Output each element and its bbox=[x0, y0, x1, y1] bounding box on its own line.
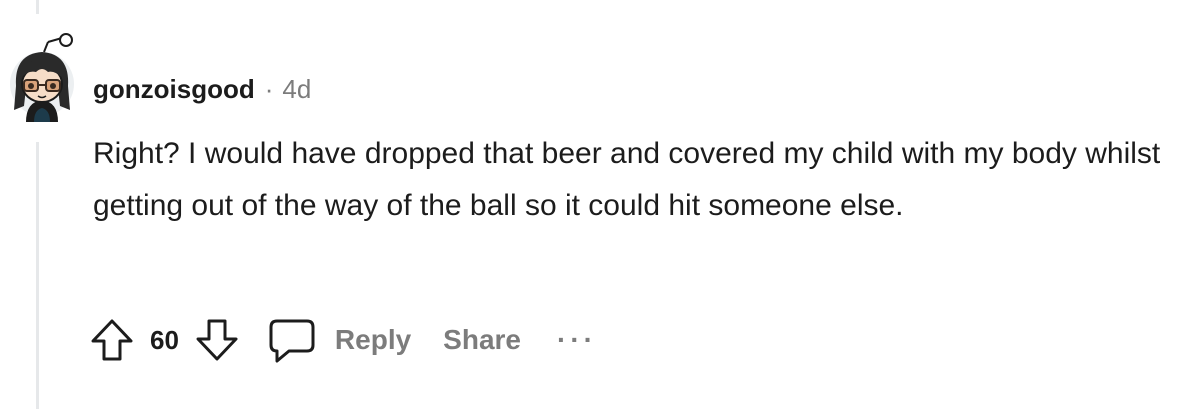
username-link[interactable]: gonzoisgood bbox=[93, 71, 255, 107]
meta-separator: · bbox=[264, 74, 274, 104]
comment-body: Right? I would have dropped that beer an… bbox=[93, 128, 1173, 232]
user-avatar[interactable] bbox=[4, 26, 78, 122]
comment-age[interactable]: 4d bbox=[282, 71, 311, 107]
upvote-button[interactable] bbox=[88, 316, 136, 364]
share-button[interactable]: Share bbox=[443, 324, 521, 356]
downvote-arrow-icon bbox=[196, 319, 238, 361]
vote-count: 60 bbox=[150, 324, 179, 355]
downvote-button[interactable] bbox=[193, 316, 241, 364]
reply-button[interactable]: Reply bbox=[267, 315, 411, 365]
speech-bubble-icon bbox=[269, 319, 315, 363]
reply-label: Reply bbox=[334, 324, 412, 355]
thread-line[interactable] bbox=[36, 142, 39, 409]
comment-text: Right? I would have dropped that beer an… bbox=[93, 137, 1161, 222]
avatar-icon bbox=[10, 33, 74, 122]
comment-actions: 60 Reply Share ··· bbox=[88, 312, 597, 368]
upvote-arrow-icon bbox=[91, 319, 133, 361]
more-options-button[interactable]: ··· bbox=[557, 324, 597, 356]
comment-meta: gonzoisgood · 4d bbox=[93, 71, 311, 107]
thread-line-top[interactable] bbox=[36, 0, 39, 14]
